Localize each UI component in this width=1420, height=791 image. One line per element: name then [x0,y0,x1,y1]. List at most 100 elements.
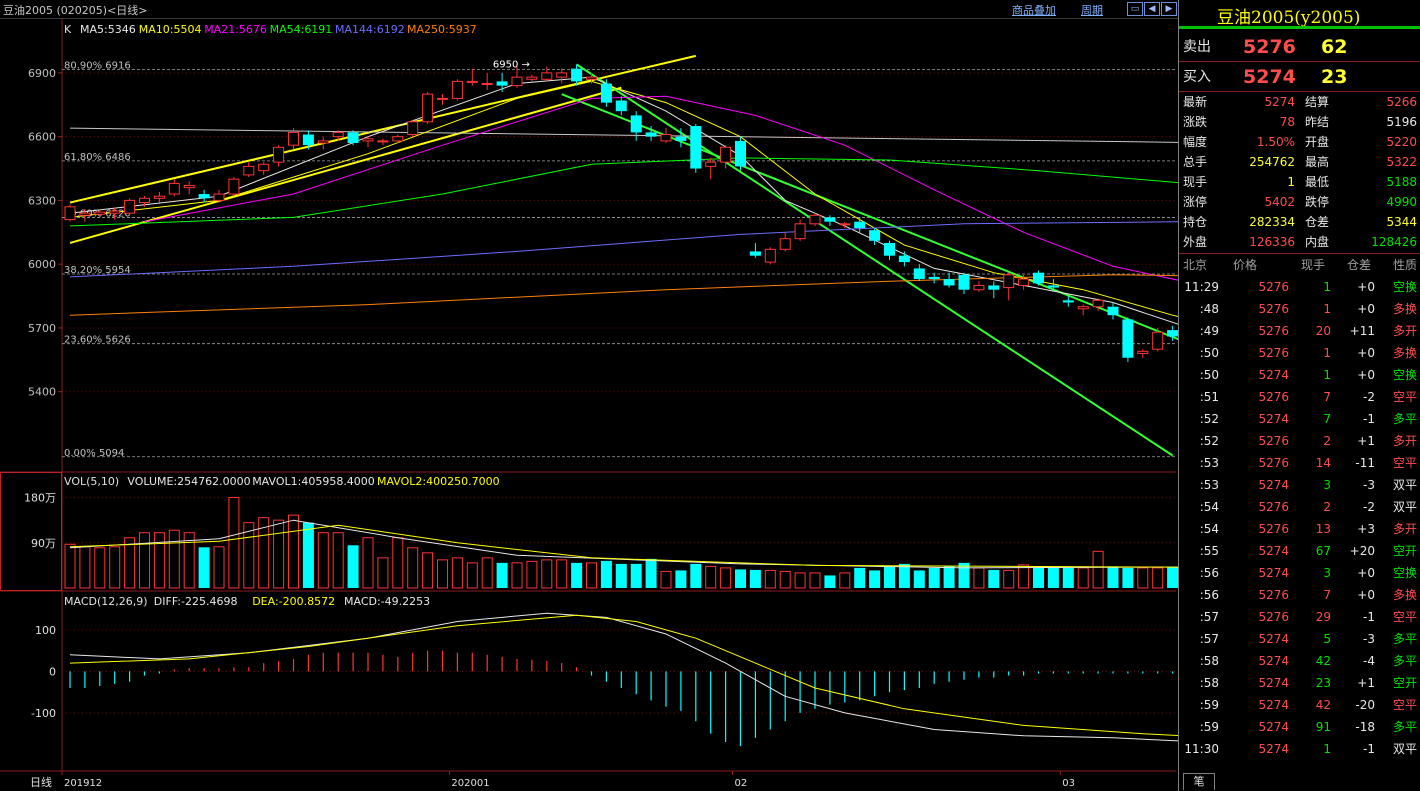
candle-body [779,238,791,250]
ask-label: 卖出 [1183,39,1211,55]
volume-bar [1077,567,1089,589]
bid-qty: 23 [1321,66,1348,88]
tick-time: :49 [1199,324,1219,338]
tick-oi-change: +3 [1357,522,1375,536]
volume-bar [705,565,717,589]
restore-icon[interactable]: ▭ [1127,2,1143,16]
candle-body [720,146,732,163]
vol-legend-item: MAVOL1:405958.4000 [252,475,375,488]
volume-bar [481,557,493,589]
tick-oi-change: -20 [1355,698,1375,712]
tick-nature: 空开 [1392,544,1417,558]
tick-time: :57 [1199,632,1219,646]
tick-oi-change: -18 [1355,720,1375,734]
tick-qty: 7 [1323,412,1331,426]
tick-nature: 多平 [1392,632,1417,646]
volume-bar [109,546,121,589]
candle-body [645,132,657,137]
volume-bar [839,572,851,589]
tick-time: :59 [1199,698,1219,712]
tick-nature: 多开 [1392,522,1417,536]
candle-body [660,134,672,142]
x-tick-label: 02 [735,778,748,789]
stat-row: 现手 1 最低 5188 [1179,172,1420,192]
candle-body [466,80,478,83]
price-tick-label: 6300 [28,194,56,207]
tick-qty: 23 [1315,676,1331,690]
candle-body [347,132,359,144]
volume-bar [332,532,344,589]
volume-bar [913,570,925,588]
tick-time: :57 [1199,610,1219,624]
candle-body [809,214,821,225]
tick-row: :50 5274 1 +0 空换 [1179,364,1420,386]
tick-price: 5276 [1258,434,1289,448]
fib-level-label: 80.90% 6916 [64,60,131,71]
volume-bar [794,572,806,589]
candle-body [571,68,583,82]
candle-body [511,76,523,87]
volume-bar [168,529,180,589]
candle-body [824,217,836,222]
volume-bar [869,570,881,588]
tick-oi-change: -2 [1363,500,1375,514]
header-underline [1179,26,1420,29]
candle-body [764,248,776,263]
next-icon[interactable]: ▶ [1161,2,1177,16]
vol-legend-item: VOLUME:254762.0000 [127,475,250,488]
volume-bar [466,562,478,589]
tick-time: :59 [1199,720,1219,734]
candle-body [928,276,940,280]
candle-body [109,210,121,214]
tick-time: :52 [1199,434,1219,448]
stat-value: 5266 [1386,95,1417,109]
volume-bar [437,559,448,589]
candle-body [407,121,419,136]
volume-bar [779,570,791,589]
stat-label: 涨停 [1183,195,1208,209]
tick-qty: 1 [1323,346,1331,360]
stat-value: 5274 [1264,95,1295,109]
tick-nature: 空换 [1392,566,1417,580]
tick-price: 5276 [1258,500,1289,514]
quote-panel: 豆油2005(y2005) 卖出 5276 62 买入 5274 23 最新 5274 结算 52… [1178,0,1420,791]
tick-nature: 多平 [1392,654,1417,668]
tick-row: :54 5276 13 +3 多开 [1179,518,1420,540]
tick-nature: 双平 [1392,478,1417,492]
tick-row: :48 5276 1 +0 多换 [1179,298,1420,320]
candle-body [1047,285,1059,288]
vol-tick-label: 90万 [31,537,56,550]
tick-nature: 空平 [1392,698,1417,712]
volume-bar [675,570,687,588]
candle-body [1077,306,1089,310]
tick-row: :59 5274 91 -18 多平 [1179,716,1420,738]
tick-header-cell: 北京 [1183,258,1208,272]
tick-oi-change: +11 [1349,324,1375,338]
volume-bar [1122,567,1134,588]
volume-bar [824,575,836,588]
stat-label: 持仓 [1183,215,1208,229]
tab-ticks[interactable]: 笔 [1183,773,1215,790]
candle-body [541,72,553,80]
volume-bar [973,567,985,589]
volume-bar [526,560,538,589]
candle-body [243,165,255,176]
trend-line [69,127,1178,143]
tick-oi-change: +0 [1357,588,1375,602]
candle-body [600,83,612,103]
ask-row: 卖出 5276 62 [1179,34,1420,60]
kline-chart[interactable]: 6900 6600 6300 6000 5700 5400 80.90% 6916 61.80… [0,19,1178,791]
candle-body [898,255,910,263]
tick-nature: 空换 [1392,280,1417,294]
overlay-commodity-button[interactable]: 商品叠加 [1012,2,1056,18]
vol-legend-item: MAVOL2:400250.7000 [377,475,500,488]
candle-body [1137,350,1149,354]
symbol-header: 豆油2005(y2005) [1179,0,1420,29]
macd-tick-label: 0 [49,665,56,678]
stat-label: 仓差 [1305,215,1330,229]
volume-bar [988,569,1000,588]
prev-icon[interactable]: ◀ [1144,2,1160,16]
period-button[interactable]: 周期 [1081,2,1103,18]
candle-body [258,163,270,172]
tick-oi-change: +0 [1357,346,1375,360]
